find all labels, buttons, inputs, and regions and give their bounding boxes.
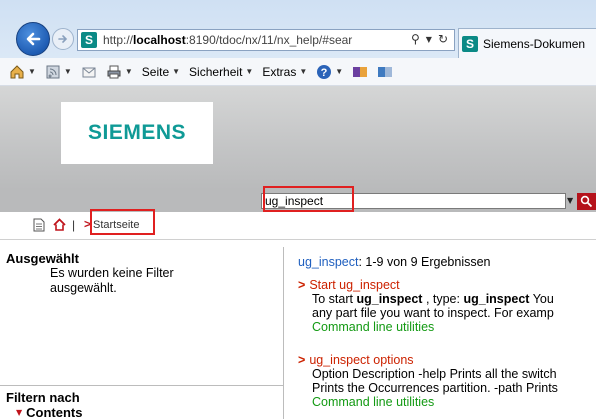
help-menu[interactable]: ? ▼ xyxy=(316,64,343,80)
tools-menu[interactable]: Extras ▼ xyxy=(262,65,307,79)
search-icon xyxy=(580,195,593,208)
divider xyxy=(0,385,284,386)
mail-button[interactable] xyxy=(81,64,97,80)
search-dropdown-icon[interactable]: ▼ xyxy=(567,196,573,205)
search-highlight-box xyxy=(263,186,354,212)
home-icon xyxy=(10,64,24,78)
help-icon: ? xyxy=(317,64,332,79)
result-title-link[interactable]: > Start ug_inspect xyxy=(298,278,554,292)
feed-icon xyxy=(46,65,60,78)
security-menu[interactable]: Sicherheit ▼ xyxy=(189,65,253,79)
results-summary: ug_inspect: 1-9 von 9 Ergebnissen xyxy=(298,255,491,269)
tab-favicon: S xyxy=(462,35,478,52)
breadcrumb-separator: | xyxy=(72,218,76,232)
contents-toggle[interactable]: ▼ Contents xyxy=(16,405,83,420)
back-button[interactable] xyxy=(16,22,50,56)
home-button[interactable]: ▼ xyxy=(9,64,36,80)
dropdown-icon[interactable]: ▼ xyxy=(426,32,432,48)
breadcrumb-highlight-box xyxy=(90,209,155,235)
result-snippet-line2: any part file you want to inspect. For e… xyxy=(312,306,554,320)
url-text[interactable]: http://localhost:8190/tdoc/nx/11/nx_help… xyxy=(103,33,361,47)
forward-button[interactable] xyxy=(52,28,74,50)
results-pane: ug_inspect: 1-9 von 9 Ergebnissen > Start… xyxy=(284,247,596,419)
address-bar[interactable]: S http://localhost:8190/tdoc/nx/11/nx_he… xyxy=(77,29,455,51)
addon-icon xyxy=(353,66,368,77)
page-menu[interactable]: Seite ▼ xyxy=(142,65,180,79)
addon-button-2[interactable] xyxy=(377,64,393,80)
command-bar: ▼ ▼ ▼ Seite ▼ Sicherheit ▼ Extras ▼ ? ▼ xyxy=(0,58,596,86)
mail-icon xyxy=(82,67,96,77)
arrow-left-icon xyxy=(26,32,41,46)
printer-icon xyxy=(107,65,121,78)
siemens-logo[interactable]: SIEMENS xyxy=(61,102,213,164)
contents-label: Contents xyxy=(26,405,83,420)
site-favicon: S xyxy=(81,32,97,48)
result-snippet: To start ug_inspect , type: ug_inspect Y… xyxy=(312,292,554,306)
tab-title: Siemens-Dokumen xyxy=(483,36,586,51)
triangle-down-icon: ▼ xyxy=(16,408,23,417)
filter-pane: Ausgewählt Es wurden keine Filter ausgew… xyxy=(0,247,284,420)
print-button[interactable]: ▼ xyxy=(106,64,133,80)
refresh-icon[interactable]: ↻ xyxy=(438,32,448,48)
home-icon[interactable] xyxy=(53,218,66,231)
svg-text:?: ? xyxy=(321,67,328,79)
result-snippet-line2: Prints the Occurrences partition. -path … xyxy=(312,381,558,395)
addon-icon xyxy=(378,66,393,77)
filter-heading: Filtern nach xyxy=(6,390,80,405)
document-icon[interactable] xyxy=(33,218,45,232)
browser-tab[interactable]: S Siemens-Dokumen xyxy=(458,28,596,58)
search-button[interactable] xyxy=(577,193,596,210)
result-category-link[interactable]: Command line utilities xyxy=(298,320,554,334)
browser-titlebar: S http://localhost:8190/tdoc/nx/11/nx_he… xyxy=(0,0,596,58)
selected-heading: Ausgewählt xyxy=(6,251,79,266)
result-snippet: Option Description -help Prints all the … xyxy=(312,367,557,381)
arrow-right-icon xyxy=(58,35,68,43)
result-item: > Start ug_inspect To start ug_inspect , … xyxy=(298,278,554,334)
result-item: > ug_inspect options Option Description -… xyxy=(298,353,558,409)
site-header: SIEMENS xyxy=(0,86,596,190)
result-title-link[interactable]: > ug_inspect options xyxy=(298,353,558,367)
addon-button-1[interactable] xyxy=(352,64,368,80)
result-category-link[interactable]: Command line utilities xyxy=(298,395,558,409)
search-icon[interactable]: ⚲ xyxy=(411,32,420,48)
no-filter-text: Es wurden keine Filter ausgewählt. xyxy=(50,266,174,295)
feeds-button[interactable]: ▼ xyxy=(45,64,72,80)
